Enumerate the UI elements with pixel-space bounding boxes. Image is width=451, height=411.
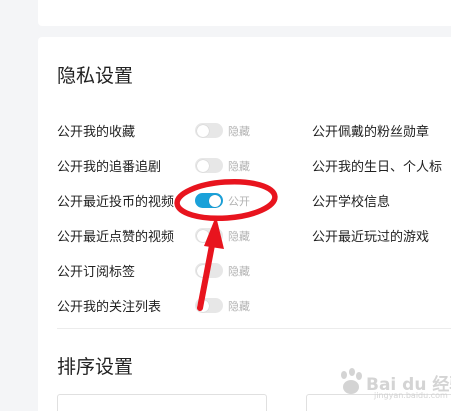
- coin-videos-toggle[interactable]: [195, 193, 223, 208]
- sort-select[interactable]: [57, 394, 267, 411]
- toggle-knob: [197, 299, 209, 312]
- tags-toggle[interactable]: [195, 263, 223, 278]
- toggle-knob: [197, 124, 209, 137]
- toggle-knob: [197, 264, 209, 277]
- toggle-state-text: 隐藏: [228, 125, 250, 138]
- toggle-state-text: 隐藏: [228, 300, 250, 313]
- privacy-row-label: 公开学校信息: [312, 195, 391, 210]
- privacy-row-label: 公开最近点赞的视频: [57, 230, 175, 245]
- watermark: Bai du 经验 jingyan.baidu.com: [336, 362, 451, 406]
- toggle-knob: [197, 159, 209, 172]
- privacy-row-label: 公开我的收藏: [57, 125, 136, 140]
- privacy-row-label: 公开佩戴的粉丝勋章: [312, 125, 430, 140]
- toggle-state-text: 隐藏: [228, 230, 250, 243]
- privacy-row-label: 公开最近玩过的游戏: [312, 230, 430, 245]
- liked-videos-toggle[interactable]: [195, 228, 223, 243]
- privacy-section-title: 隐私设置: [57, 65, 134, 87]
- watermark-subtext: jingyan.baidu.com: [374, 391, 448, 400]
- privacy-settings-page: 隐私设置 公开我的收藏 隐藏 公开我的追番追剧 隐藏 公开最近投币的视频 公开 …: [0, 0, 451, 411]
- toggle-state-text: 公开: [228, 195, 250, 208]
- favorites-toggle[interactable]: [195, 123, 223, 138]
- section-divider: [57, 328, 451, 329]
- privacy-row-label: 公开最近投币的视频: [57, 195, 175, 210]
- privacy-row-label: 公开我的关注列表: [57, 300, 162, 315]
- following-toggle[interactable]: [195, 298, 223, 313]
- bangumi-toggle[interactable]: [195, 158, 223, 173]
- privacy-row-label: 公开订阅标签: [57, 265, 136, 280]
- paw-logo-icon: [341, 368, 362, 394]
- privacy-row-label: 公开我的追番追剧: [57, 160, 162, 175]
- sort-section-title: 排序设置: [57, 356, 134, 378]
- top-card: [38, 0, 451, 26]
- privacy-row-label: 公开我的生日、个人标: [312, 160, 443, 175]
- toggle-knob: [209, 194, 221, 207]
- toggle-state-text: 隐藏: [228, 160, 250, 173]
- toggle-knob: [197, 229, 209, 242]
- toggle-state-text: 隐藏: [228, 265, 250, 278]
